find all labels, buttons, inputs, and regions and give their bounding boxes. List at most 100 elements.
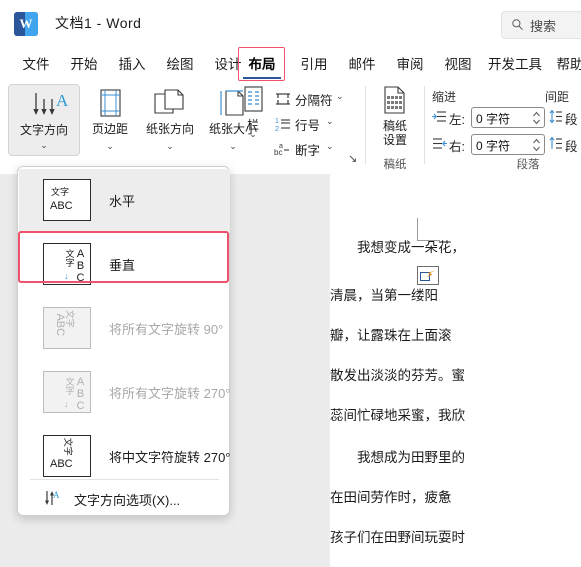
breaks-label: 分隔符 bbox=[295, 94, 333, 108]
columns-icon bbox=[236, 86, 270, 116]
text-direction-label: 文字方向 bbox=[19, 123, 68, 137]
document-line: 瓣，让露珠在上面滚 bbox=[330, 328, 452, 343]
word-icon-letter: W bbox=[19, 16, 33, 31]
search-icon bbox=[512, 19, 523, 31]
line-numbers-label: 行号 bbox=[295, 119, 321, 133]
columns-button[interactable]: 栏 ⌄ bbox=[236, 84, 270, 156]
menu-item-rotate-all-270-label: 将所有文字旋转 270° bbox=[109, 386, 231, 401]
manuscript-group-label: 稿纸 bbox=[383, 159, 407, 171]
manuscript-icon bbox=[372, 86, 418, 116]
text-vertical-icon: 文字 ABC ↓ bbox=[43, 243, 91, 285]
spacing-before-label: 段 bbox=[565, 113, 578, 127]
hyphenation-command[interactable]: bc a 断字 ⌄ bbox=[274, 138, 346, 160]
orientation-label: 纸张方向 bbox=[145, 122, 194, 136]
document-line: 在田间劳作时，疲惫 bbox=[330, 490, 452, 505]
document-line: 我想成为田野里的 bbox=[357, 450, 465, 465]
breaks-command[interactable]: 分隔符 ⌄ bbox=[274, 88, 346, 110]
manuscript-settings-button[interactable]: 稿纸 设置 bbox=[372, 84, 418, 156]
tab-file[interactable]: 文件 bbox=[14, 48, 58, 82]
hyphenation-label: 断字 bbox=[295, 144, 321, 158]
indent-right-icon bbox=[433, 138, 447, 149]
svg-text:a: a bbox=[279, 143, 283, 150]
rotate-all-90-icon: 文字 ABC bbox=[43, 307, 91, 349]
line-numbers-command[interactable]: 1 2 行号 ⌄ bbox=[274, 113, 346, 135]
breaks-chevron[interactable]: ⌄ bbox=[336, 91, 344, 102]
text-horizontal-icon: 文字 ABC bbox=[43, 179, 91, 221]
tab-insert[interactable]: 插入 bbox=[110, 48, 154, 82]
margins-button[interactable]: 页边距 ⌄ bbox=[82, 84, 138, 156]
svg-text:2: 2 bbox=[275, 126, 279, 133]
paragraph-group-label: 段落 bbox=[516, 159, 540, 171]
document-line: 蕊间忙碌地采蜜，我欣 bbox=[330, 408, 465, 423]
menu-item-vertical[interactable]: 文字 ABC ↓ 垂直 bbox=[19, 233, 230, 297]
menu-divider bbox=[30, 479, 219, 480]
svg-text:A: A bbox=[53, 490, 60, 500]
text-direction-icon: A bbox=[9, 89, 79, 119]
tab-developer[interactable]: 开发工具 bbox=[482, 48, 548, 82]
orientation-chevron[interactable]: ⌄ bbox=[139, 140, 201, 152]
line-numbers-icon: 1 2 bbox=[275, 118, 290, 133]
breaks-icon bbox=[276, 93, 290, 105]
svg-text:1: 1 bbox=[275, 118, 279, 125]
window-title: 文档1 - Word bbox=[55, 15, 142, 31]
indent-left-value: 0 字符 bbox=[476, 112, 511, 126]
margins-icon bbox=[82, 88, 138, 118]
menu-item-horizontal[interactable]: 文字 ABC 水平 bbox=[19, 169, 230, 233]
tab-draw[interactable]: 绘图 bbox=[158, 48, 202, 82]
tab-review[interactable]: 审阅 bbox=[388, 48, 432, 82]
indent-header: 缩进 bbox=[432, 90, 457, 104]
document-line: 清晨，当第一缕阳 bbox=[330, 288, 438, 303]
document-page[interactable]: ⚡ 我想变成一朵花， 清晨，当第一缕阳 瓣，让露珠在上面滚 散发出淡淡的芬芳。蜜… bbox=[330, 174, 581, 567]
menu-item-text-direction-options[interactable]: A 文字方向选项(X)... bbox=[19, 481, 230, 515]
ribbon-tab-bar: 文件 开始 插入 绘图 设计 布局 引用 邮件 审阅 视图 开发工具 帮助 bbox=[0, 48, 581, 82]
indent-right-input[interactable]: 0 字符 bbox=[471, 134, 545, 155]
manuscript-label-2: 设置 bbox=[382, 133, 407, 147]
text-direction-options-icon: A bbox=[45, 490, 60, 505]
spacing-before-icon bbox=[549, 109, 562, 124]
word-window: W 文档1 - Word 搜索 文件 开始 插入 绘图 设计 布局 引用 邮件 … bbox=[0, 0, 581, 567]
rotate-all-270-icon: 文字 ABC ↓ bbox=[43, 371, 91, 413]
spacing-after-label: 段 bbox=[565, 140, 578, 154]
orientation-button[interactable]: 纸张方向 ⌄ bbox=[139, 84, 201, 156]
menu-item-vertical-label: 垂直 bbox=[109, 258, 136, 273]
menu-item-horizontal-label: 水平 bbox=[109, 194, 136, 209]
text-direction-menu: 文字 ABC 水平 文字 ABC ↓ 垂直 文字 ABC 将所有文字旋转 90° bbox=[17, 166, 231, 516]
spacing-header: 间距 bbox=[545, 90, 570, 104]
document-line: 我想变成一朵花， bbox=[357, 240, 465, 255]
columns-chevron[interactable]: ⌄ bbox=[236, 128, 270, 140]
spacing-after-icon bbox=[549, 136, 562, 149]
tab-active-underline bbox=[243, 77, 281, 79]
tab-layout[interactable]: 布局 bbox=[240, 48, 284, 82]
indent-right-value: 0 字符 bbox=[476, 139, 511, 153]
tab-home[interactable]: 开始 bbox=[62, 48, 106, 82]
search-placeholder: 搜索 bbox=[530, 19, 557, 34]
autocorrect-options-icon[interactable]: ⚡ bbox=[417, 266, 439, 285]
menu-item-options-label: 文字方向选项(X)... bbox=[74, 493, 181, 508]
text-direction-chevron[interactable]: ⌄ bbox=[9, 139, 79, 151]
margins-chevron[interactable]: ⌄ bbox=[82, 140, 138, 152]
indent-right-label: 右: bbox=[449, 140, 465, 154]
word-icon: W bbox=[14, 12, 38, 36]
tab-references[interactable]: 引用 bbox=[292, 48, 336, 82]
indent-right-stepper[interactable] bbox=[532, 136, 541, 154]
tab-mailings[interactable]: 邮件 bbox=[340, 48, 384, 82]
tab-view[interactable]: 视图 bbox=[436, 48, 480, 82]
tab-help[interactable]: 帮助 bbox=[548, 48, 581, 82]
indent-left-input[interactable]: 0 字符 bbox=[471, 107, 545, 128]
margins-label: 页边距 bbox=[91, 122, 128, 136]
line-numbers-chevron[interactable]: ⌄ bbox=[326, 116, 334, 127]
document-line: 散发出淡淡的芬芳。蜜 bbox=[330, 368, 465, 383]
menu-item-rotate-chinese-270-label: 将中文字符旋转 270° bbox=[109, 450, 231, 465]
svg-text:A: A bbox=[56, 91, 69, 110]
menu-item-rotate-all-90: 文字 ABC 将所有文字旋转 90° bbox=[19, 297, 230, 361]
search-input[interactable]: 搜索 bbox=[501, 11, 581, 39]
page-setup-dialog-launcher[interactable]: ↘ bbox=[348, 152, 357, 165]
hyphenation-chevron[interactable]: ⌄ bbox=[326, 141, 334, 152]
indent-left-stepper[interactable] bbox=[532, 109, 541, 127]
title-bar: W 文档1 - Word 搜索 bbox=[0, 0, 581, 48]
indent-left-icon bbox=[432, 111, 446, 122]
menu-item-rotate-all-90-label: 将所有文字旋转 90° bbox=[109, 322, 224, 337]
rotate-chinese-270-icon: 文字 ABC bbox=[43, 435, 91, 477]
text-direction-button[interactable]: A 文字方向 ⌄ bbox=[8, 84, 80, 156]
indent-left-label: 左: bbox=[449, 113, 465, 127]
